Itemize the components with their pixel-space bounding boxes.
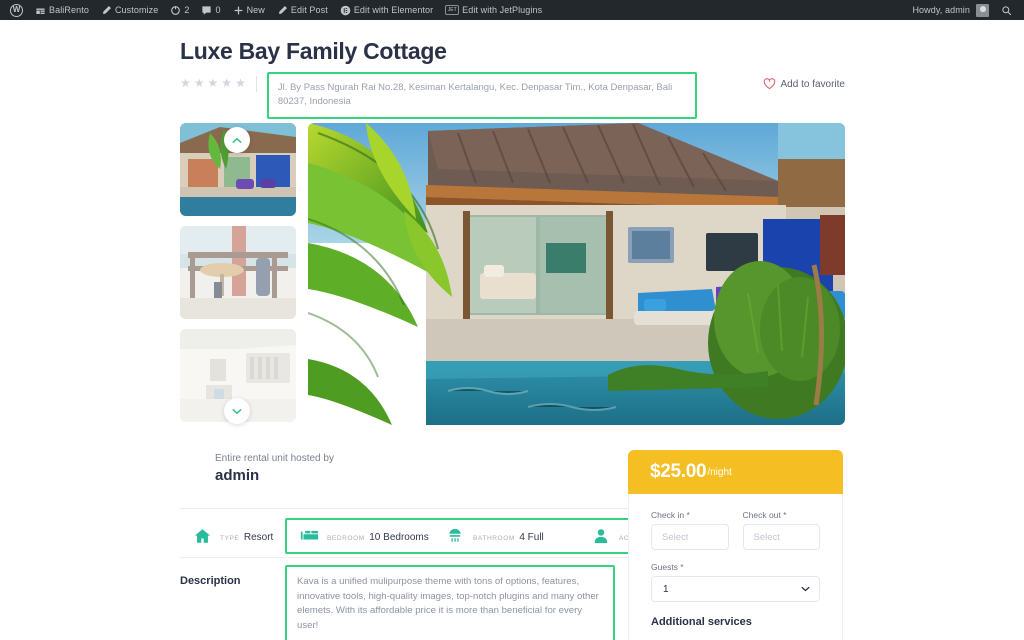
spec-bedroom-text: BEDROOM 10 Bedrooms [327,527,429,545]
checkout-field: Check out * Select [742,510,821,550]
gallery-main-image[interactable] [308,123,845,425]
edit-with-elementor-label: Edit with Elementor [353,5,434,15]
new-label: New [246,5,265,15]
checkin-required-mark: * [686,510,690,520]
rating-stars[interactable]: ★ ★ ★ ★ ★ [180,72,246,89]
chevron-down-icon [801,586,810,592]
checkout-required-mark: * [783,510,787,520]
price-amount: $25.00 [650,461,707,482]
comments-menu[interactable]: 0 [195,0,226,20]
admin-bar-right-group: Howdy, admin [906,0,1018,20]
checkin-input[interactable]: Select [651,524,729,550]
avatar [976,3,989,17]
spec-bedroom: BEDROOM 10 Bedrooms [299,527,445,545]
gallery-thumbnail[interactable] [180,226,296,319]
spec-bathroom-text: BATHROOM 4 Full [473,527,544,545]
page-content: Luxe Bay Family Cottage ★ ★ ★ ★ ★ Jl. By… [0,20,1024,640]
add-to-favorite-label: Add to favorite [780,78,845,90]
checkin-label: Check in * [651,510,729,520]
my-account-menu[interactable]: Howdy, admin [906,0,995,20]
checkout-label: Check out * [743,510,821,520]
listing-meta-row: ★ ★ ★ ★ ★ Jl. By Pass Ngurah Rai No.28, … [180,72,845,119]
guests-field: Guests * 1 [651,562,820,602]
spec-bathroom: BATHROOM 4 Full [445,527,591,545]
updates-count: 2 [184,5,190,15]
site-name-menu[interactable]: BaliRento [29,0,95,20]
heart-icon [763,78,776,90]
listing-gallery [180,123,845,425]
star-icon: ★ [221,76,233,90]
site-name-label: BaliRento [49,5,89,15]
checkin-label-text: Check in [651,510,685,520]
price-period: /night [707,466,732,478]
host-name: admin [215,467,260,484]
spec-bedroom-key: BEDROOM [327,535,365,542]
pencil-icon [101,5,112,16]
booking-panel: $25.00 /night Check in * Select Check ou… [628,450,843,640]
checkin-field: Check in * Select [651,510,729,550]
admin-bar-left-group: BaliRento Customize 2 0 New [4,0,548,20]
spec-type-value: Resort [243,532,274,543]
gallery-thumbnail-list [180,123,296,425]
howdy-label: Howdy, admin [912,5,970,15]
guests-selected-value: 1 [663,583,669,595]
wp-admin-bar: BaliRento Customize 2 0 New [0,0,1024,20]
guests-label: Guests * [651,562,684,572]
edit-pencil-icon [277,5,288,16]
edit-with-jetplugins-menu[interactable]: JET Edit with JetPlugins [439,0,548,20]
meta-divider [255,76,257,92]
star-icon: ★ [235,76,246,90]
plus-icon [233,5,244,16]
jetplugins-icon: JET [445,5,460,15]
host-prefix: Entire rental unit hosted by [215,453,334,464]
site-icon [35,5,46,16]
edit-with-elementor-menu[interactable]: Edit with Elementor [334,0,439,20]
chevron-down-icon [232,408,242,415]
wordpress-logo-icon [10,3,23,17]
new-content-menu[interactable]: New [227,0,271,20]
host-block: Entire rental unit hosted by admin [215,452,334,484]
customize-label: Customize [114,5,159,15]
updates-menu[interactable]: 2 [164,0,195,20]
spec-type-key: TYPE [220,535,240,542]
page-title: Luxe Bay Family Cottage [180,38,447,64]
star-icon: ★ [207,76,219,90]
listing-address: Jl. By Pass Ngurah Rai No.28, Kesiman Ke… [266,72,697,119]
bed-icon [299,529,319,543]
spec-bedroom-value: 10 Bedrooms [369,532,429,543]
spec-bathroom-key: BATHROOM [473,535,515,542]
shower-icon [445,528,465,544]
star-icon: ★ [180,76,191,90]
elementor-icon [340,5,351,16]
spec-bathroom-value: 4 Full [519,532,544,543]
star-icon: ★ [193,76,205,90]
wordpress-logo-menu[interactable] [4,0,29,20]
checkout-input[interactable]: Select [742,524,820,550]
booking-form: Check in * Select Check out * Select Gue… [628,494,843,640]
gallery-prev-button[interactable] [224,127,250,153]
home-icon [192,528,212,544]
guests-select[interactable]: 1 [651,576,820,602]
customize-menu[interactable]: Customize [95,0,164,20]
date-fields-row: Check in * Select Check out * Select [651,510,820,550]
description-label: Description [180,575,241,587]
person-icon [591,528,611,544]
edit-with-jetplugins-label: Edit with JetPlugins [462,5,543,15]
price-bar: $25.00 /night [628,450,843,494]
spec-type: TYPE Resort [180,527,285,545]
edit-post-menu[interactable]: Edit Post [271,0,334,20]
gallery-next-button[interactable] [224,398,250,424]
description-text: Kava is a unified mulipurpose theme with… [285,565,615,640]
checkout-label-text: Check out [742,510,781,520]
comment-icon [201,5,212,16]
chevron-up-icon [232,137,242,144]
comments-count: 0 [215,5,221,15]
admin-bar-search-button[interactable] [995,0,1018,20]
additional-services-title: Additional services [651,616,752,628]
spec-type-text: TYPE Resort [220,527,273,545]
edit-post-label: Edit Post [290,5,328,15]
search-icon [1001,5,1012,16]
updates-icon [170,5,181,16]
add-to-favorite-button[interactable]: Add to favorite [763,78,845,90]
